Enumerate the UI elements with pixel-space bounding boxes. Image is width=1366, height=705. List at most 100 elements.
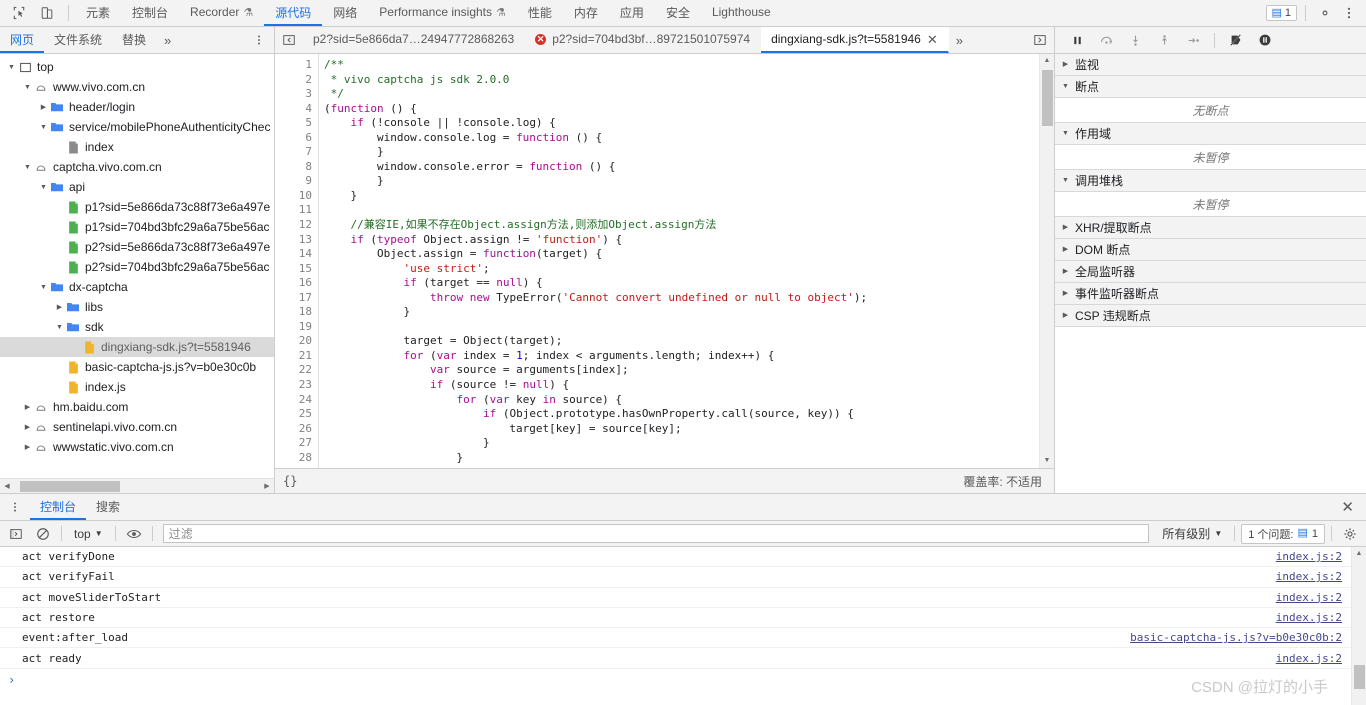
line-number[interactable]: 12 (275, 218, 312, 233)
line-number[interactable]: 3 (275, 87, 312, 102)
tree-node[interactable]: index (0, 137, 274, 157)
tab-recorder[interactable]: Recorder ⚗ (179, 0, 264, 26)
tree-node[interactable]: ▶ sentinelapi.vivo.com.cn (0, 417, 274, 437)
line-number[interactable]: 14 (275, 247, 312, 262)
line-number[interactable]: 28 (275, 451, 312, 466)
debugger-section-header[interactable]: ▶ CSP 违规断点 (1055, 305, 1366, 327)
tab-performance-insights[interactable]: Performance insights ⚗ (368, 0, 517, 26)
console-prompt[interactable]: › (0, 669, 1366, 691)
line-number[interactable]: 24 (275, 393, 312, 408)
scrollbar-thumb[interactable] (20, 480, 120, 492)
code-line[interactable]: } (324, 189, 1039, 204)
code-line[interactable]: } (324, 174, 1039, 189)
navigator-horizontal-scrollbar[interactable]: ◀ ▶ (0, 478, 274, 493)
tree-node[interactable]: ▼ service/mobilePhoneAuthenticityCheck (0, 117, 274, 137)
tree-node[interactable]: ▼ dx-captcha (0, 277, 274, 297)
drawer-kebab-icon[interactable] (0, 494, 30, 520)
scrollbar-track[interactable] (14, 479, 260, 494)
show-debugger-icon[interactable] (1026, 27, 1054, 53)
pretty-print-button[interactable]: {} (283, 474, 297, 488)
chevron-right-icon[interactable]: ▶ (22, 404, 33, 411)
line-number[interactable]: 19 (275, 320, 312, 335)
tree-node[interactable]: index.js (0, 377, 274, 397)
line-number[interactable]: 18 (275, 305, 312, 320)
tree-node[interactable]: ▼ captcha.vivo.com.cn (0, 157, 274, 177)
execution-context-selector[interactable]: top ▼ (68, 527, 109, 541)
gear-icon[interactable] (1314, 2, 1336, 24)
navigator-tab-page[interactable]: 网页 (0, 27, 45, 53)
line-number[interactable]: 23 (275, 378, 312, 393)
step-out-icon[interactable] (1154, 30, 1174, 50)
tab-console[interactable]: 控制台 (121, 0, 179, 26)
tree-node[interactable]: p1?sid=704bd3bfc29a6a75be56ac19e (0, 217, 274, 237)
line-number[interactable]: 25 (275, 407, 312, 422)
scroll-down-arrow-icon[interactable]: ▼ (1044, 454, 1051, 468)
code-line[interactable]: if (!console || !console.log) { (324, 116, 1039, 131)
console-message-source-link[interactable]: index.js:2 (1276, 652, 1342, 665)
navigator-overflow-button[interactable]: » (156, 27, 179, 53)
navigator-tab-filesystem[interactable]: 文件系统 (44, 27, 112, 53)
tree-node[interactable]: ▶ libs (0, 297, 274, 317)
tree-node[interactable]: p2?sid=704bd3bfc29a6a75be56ac19e (0, 257, 274, 277)
code-line[interactable] (324, 203, 1039, 218)
chevron-down-icon[interactable]: ▼ (38, 184, 49, 191)
line-number[interactable]: 13 (275, 233, 312, 248)
code-line[interactable]: window.console.log = function () { (324, 131, 1039, 146)
line-number[interactable]: 7 (275, 145, 312, 160)
code-line[interactable]: //兼容IE,如果不存在Object.assign方法,则添加Object.as… (324, 218, 1039, 233)
console-settings-gear-icon[interactable] (1338, 523, 1362, 545)
editor-tab-overflow-button[interactable]: » (949, 27, 970, 53)
scrollbar-thumb[interactable] (1042, 70, 1053, 126)
code-line[interactable]: if (target == null) { (324, 276, 1039, 291)
code-line[interactable]: target = Object(target); (324, 334, 1039, 349)
step-icon[interactable] (1183, 30, 1203, 50)
scroll-left-arrow-icon[interactable]: ◀ (0, 482, 14, 490)
close-icon[interactable]: ✕ (927, 33, 938, 46)
debugger-section-header[interactable]: ▼ 作用域 (1055, 123, 1366, 145)
console-issues-badge[interactable]: 1 个问题: ▤ 1 (1241, 523, 1325, 544)
pause-resume-icon[interactable] (1067, 30, 1087, 50)
line-number[interactable]: 5 (275, 116, 312, 131)
code-editor[interactable]: 1 2 3 4 5 6 7 8 9 10 11 12 13 14 15 16 17 18 19 20 21 22 23 24 2… (275, 54, 1054, 468)
inspect-element-icon[interactable] (8, 2, 30, 24)
source-code-content[interactable]: /** * vivo captcha js sdk 2.0.0 */(funct… (319, 54, 1039, 468)
scroll-right-arrow-icon[interactable]: ▶ (260, 482, 274, 490)
pause-on-exceptions-icon[interactable] (1255, 30, 1275, 50)
line-number[interactable]: 15 (275, 262, 312, 277)
navigator-tab-overrides[interactable]: 替换 (112, 27, 156, 53)
code-line[interactable]: } (324, 451, 1039, 466)
line-number[interactable]: 11 (275, 203, 312, 218)
console-message-source-link[interactable]: basic-captcha-js.js?v=b0e30c0b:2 (1130, 631, 1342, 644)
line-number[interactable]: 9 (275, 174, 312, 189)
show-navigator-icon[interactable] (275, 27, 303, 53)
code-line[interactable]: * vivo captcha js sdk 2.0.0 (324, 73, 1039, 88)
console-sidebar-toggle-icon[interactable] (4, 523, 28, 545)
chevron-down-icon[interactable]: ▼ (38, 124, 49, 131)
line-number[interactable]: 1 (275, 58, 312, 73)
code-line[interactable]: if (typeof Object.assign != 'function') … (324, 233, 1039, 248)
line-number[interactable]: 10 (275, 189, 312, 204)
drawer-tab-console[interactable]: 控制台 (30, 494, 87, 520)
code-line[interactable]: } (324, 436, 1039, 451)
chevron-down-icon[interactable]: ▼ (6, 64, 17, 71)
code-line[interactable]: target[key] = source[key]; (324, 422, 1039, 437)
code-line[interactable]: if (source != null) { (324, 378, 1039, 393)
console-vertical-scrollbar[interactable]: ▲ (1351, 547, 1366, 705)
tree-node[interactable]: dingxiang-sdk.js?t=5581946 (0, 337, 274, 357)
tree-node[interactable]: p1?sid=5e866da73c88f73e6a497ed7c5 (0, 197, 274, 217)
code-line[interactable]: 'use strict'; (324, 262, 1039, 277)
scroll-up-arrow-icon[interactable]: ▲ (1044, 54, 1051, 68)
tab-sources[interactable]: 源代码 (264, 0, 323, 26)
console-message-source-link[interactable]: index.js:2 (1276, 550, 1342, 563)
tab-performance[interactable]: 性能 (517, 0, 563, 26)
code-line[interactable]: } (324, 145, 1039, 160)
editor-tab-p2-5e866da7[interactable]: p2?sid=5e866da7…24947772868263 (303, 27, 525, 53)
code-line[interactable]: if (Object.prototype.hasOwnProperty.call… (324, 407, 1039, 422)
line-number[interactable]: 2 (275, 73, 312, 88)
step-over-icon[interactable] (1096, 30, 1116, 50)
scroll-up-arrow-icon[interactable]: ▲ (1352, 547, 1366, 561)
chevron-right-icon[interactable]: ▶ (22, 444, 33, 451)
code-line[interactable]: var source = arguments[index]; (324, 363, 1039, 378)
debugger-section-header[interactable]: ▶ 监视 (1055, 54, 1366, 76)
code-line[interactable] (324, 320, 1039, 335)
